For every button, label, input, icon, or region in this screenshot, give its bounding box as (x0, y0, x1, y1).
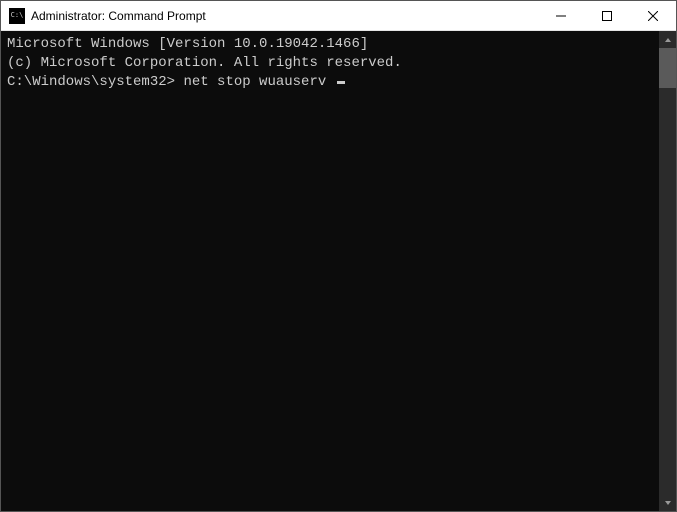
minimize-button[interactable] (538, 1, 584, 30)
text-cursor (337, 81, 345, 84)
copyright-line: (c) Microsoft Corporation. All rights re… (7, 54, 653, 73)
maximize-button[interactable] (584, 1, 630, 30)
terminal-container: Microsoft Windows [Version 10.0.19042.14… (1, 31, 676, 511)
prompt-line: C:\Windows\system32> net stop wuauserv (7, 73, 653, 92)
scroll-up-arrow[interactable] (659, 31, 676, 48)
chevron-up-icon (664, 36, 672, 44)
version-line: Microsoft Windows [Version 10.0.19042.14… (7, 35, 653, 54)
prompt-path: C:\Windows\system32> (7, 74, 175, 90)
window-title: Administrator: Command Prompt (31, 9, 538, 23)
close-button[interactable] (630, 1, 676, 30)
chevron-down-icon (664, 499, 672, 507)
window-titlebar[interactable]: Administrator: Command Prompt (1, 1, 676, 31)
typed-command: net stop wuauserv (183, 74, 326, 90)
vertical-scrollbar[interactable] (659, 31, 676, 511)
cmd-icon (9, 8, 25, 24)
maximize-icon (602, 11, 612, 21)
minimize-icon (556, 11, 566, 21)
scroll-thumb[interactable] (659, 48, 676, 88)
window-controls (538, 1, 676, 30)
scroll-down-arrow[interactable] (659, 494, 676, 511)
terminal-output[interactable]: Microsoft Windows [Version 10.0.19042.14… (1, 31, 659, 511)
close-icon (648, 11, 658, 21)
